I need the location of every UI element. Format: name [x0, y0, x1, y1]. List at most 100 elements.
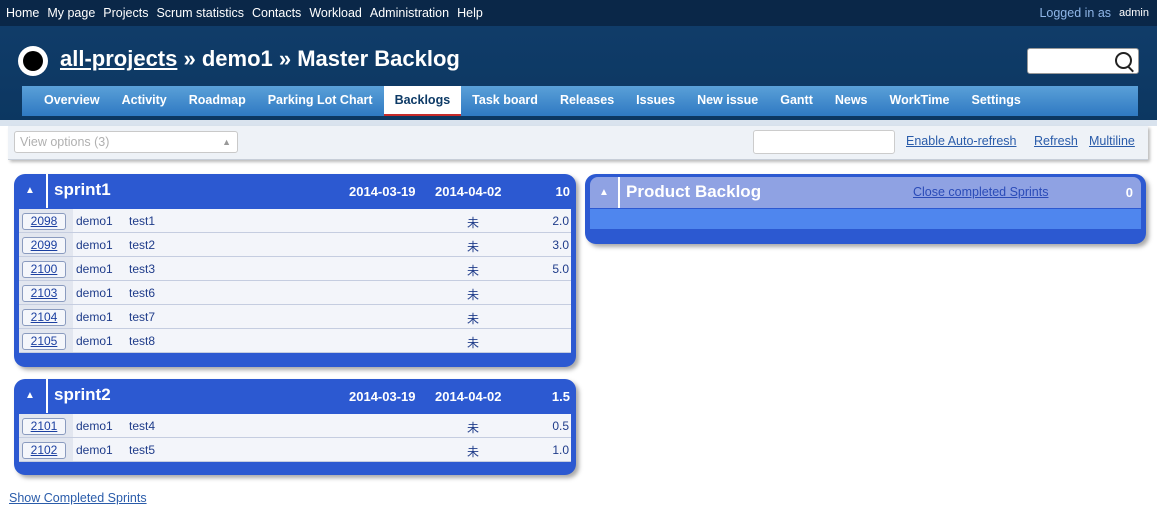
- story-list: 2101 demo1 test4 未 0.5 2102 demo1 test5 …: [19, 414, 571, 462]
- story-points[interactable]: 3.0: [552, 238, 569, 252]
- story-row[interactable]: 2101 demo1 test4 未 0.5: [19, 414, 571, 438]
- top-menu-home[interactable]: Home: [6, 6, 39, 20]
- story-id-link[interactable]: 2105: [22, 333, 66, 350]
- story-subject[interactable]: test7: [129, 310, 155, 324]
- story-row[interactable]: 2099 demo1 test2 未 3.0: [19, 233, 571, 257]
- tab-roadmap[interactable]: Roadmap: [178, 86, 257, 116]
- story-id-link[interactable]: 2104: [22, 309, 66, 326]
- multiline-link[interactable]: Multiline: [1089, 134, 1135, 148]
- story-id-cell: 2104: [19, 305, 73, 328]
- product-backlog-list[interactable]: [590, 209, 1141, 229]
- sprint-end-date[interactable]: 2014-04-02: [435, 184, 502, 199]
- story-subject[interactable]: test3: [129, 262, 155, 276]
- tab-backlogs[interactable]: Backlogs: [383, 86, 462, 116]
- chevron-up-icon: ▲: [222, 137, 231, 147]
- sprint-header: ▲ sprint2 2014-03-19 2014-04-02 1.5: [14, 379, 576, 413]
- logged-in-user[interactable]: admin: [1119, 7, 1149, 19]
- sprint-name[interactable]: sprint1: [54, 180, 111, 200]
- tab-task-board[interactable]: Task board: [461, 86, 549, 116]
- collapse-toggle-icon[interactable]: ▲: [590, 177, 620, 208]
- sprint-panel: ▲ sprint2 2014-03-19 2014-04-02 1.5 2101…: [14, 379, 576, 475]
- tab-issues[interactable]: Issues: [625, 86, 686, 116]
- tab-worktime[interactable]: WorkTime: [879, 86, 961, 116]
- refresh-link[interactable]: Refresh: [1034, 134, 1078, 148]
- top-menu-projects[interactable]: Projects: [103, 6, 148, 20]
- story-subject[interactable]: test8: [129, 334, 155, 348]
- story-row[interactable]: 2103 demo1 test6 未: [19, 281, 571, 305]
- story-id-link[interactable]: 2101: [22, 418, 66, 435]
- tab-overview[interactable]: Overview: [22, 86, 111, 116]
- story-status[interactable]: 未: [467, 310, 479, 327]
- story-points[interactable]: 0.5: [552, 419, 569, 433]
- story-id-link[interactable]: 2102: [22, 442, 66, 459]
- backlog-toolbar: View options (3) ▲ Enable Auto-refresh R…: [8, 126, 1148, 160]
- story-row[interactable]: 2105 demo1 test8 未: [19, 329, 571, 353]
- sprint-name[interactable]: sprint2: [54, 385, 111, 405]
- story-status[interactable]: 未: [467, 443, 479, 460]
- story-project: demo1: [76, 214, 113, 228]
- story-id-cell: 2098: [19, 209, 73, 232]
- story-row[interactable]: 2102 demo1 test5 未 1.0: [19, 438, 571, 462]
- story-points[interactable]: 5.0: [552, 262, 569, 276]
- sprint-panel: ▲ sprint1 2014-03-19 2014-04-02 10 2098 …: [14, 174, 576, 367]
- search-input[interactable]: [1027, 48, 1139, 74]
- view-options-select[interactable]: View options (3) ▲: [14, 131, 238, 153]
- top-menu-administration[interactable]: Administration: [370, 6, 449, 20]
- tab-news[interactable]: News: [824, 86, 879, 116]
- story-status[interactable]: 未: [467, 334, 479, 351]
- story-project: demo1: [76, 262, 113, 276]
- tab-parking-lot-chart[interactable]: Parking Lot Chart: [257, 86, 384, 116]
- story-subject[interactable]: test5: [129, 443, 155, 457]
- story-subject[interactable]: test6: [129, 286, 155, 300]
- sprint-start-date[interactable]: 2014-03-19: [349, 184, 416, 199]
- story-id-cell: 2101: [19, 414, 73, 437]
- tab-new-issue[interactable]: New issue: [686, 86, 769, 116]
- story-row[interactable]: 2100 demo1 test3 未 5.0: [19, 257, 571, 281]
- story-points[interactable]: 1.0: [552, 443, 569, 457]
- search-icon[interactable]: [1115, 52, 1132, 69]
- story-row[interactable]: 2104 demo1 test7 未: [19, 305, 571, 329]
- story-status[interactable]: 未: [467, 262, 479, 279]
- tab-gantt[interactable]: Gantt: [769, 86, 824, 116]
- project-logo-icon: [18, 46, 48, 76]
- story-points[interactable]: 2.0: [552, 214, 569, 228]
- story-subject[interactable]: test1: [129, 214, 155, 228]
- top-menu-items: Home My page Projects Scrum statistics C…: [6, 0, 491, 26]
- story-status[interactable]: 未: [467, 238, 479, 255]
- tab-settings[interactable]: Settings: [961, 86, 1032, 116]
- close-completed-sprints-link[interactable]: Close completed Sprints: [913, 185, 1048, 199]
- tab-releases[interactable]: Releases: [549, 86, 625, 116]
- story-id-cell: 2099: [19, 233, 73, 256]
- logged-in-label: Logged in as: [1039, 6, 1112, 20]
- top-menu-contacts[interactable]: Contacts: [252, 6, 301, 20]
- story-subject[interactable]: test2: [129, 238, 155, 252]
- story-id-cell: 2105: [19, 329, 73, 352]
- story-project: demo1: [76, 238, 113, 252]
- story-status[interactable]: 未: [467, 286, 479, 303]
- story-id-link[interactable]: 2103: [22, 285, 66, 302]
- story-status[interactable]: 未: [467, 419, 479, 436]
- toolbar-text-input[interactable]: [753, 130, 895, 154]
- show-completed-sprints-link[interactable]: Show Completed Sprints: [9, 491, 147, 505]
- top-menu-help[interactable]: Help: [457, 6, 483, 20]
- header: all-projects » demo1 » Master Backlog Ov…: [0, 26, 1157, 120]
- story-id-link[interactable]: 2099: [22, 237, 66, 254]
- top-menu-workload[interactable]: Workload: [309, 6, 362, 20]
- collapse-toggle-icon[interactable]: ▲: [14, 174, 48, 208]
- sprint-end-date[interactable]: 2014-04-02: [435, 389, 502, 404]
- collapse-toggle-icon[interactable]: ▲: [14, 379, 48, 413]
- top-menu-scrum-statistics[interactable]: Scrum statistics: [156, 6, 244, 20]
- breadcrumb-all-projects[interactable]: all-projects: [60, 46, 177, 71]
- top-menu-my-page[interactable]: My page: [47, 6, 95, 20]
- story-subject[interactable]: test4: [129, 419, 155, 433]
- story-id-link[interactable]: 2098: [22, 213, 66, 230]
- story-project: demo1: [76, 443, 113, 457]
- story-id-link[interactable]: 2100: [22, 261, 66, 278]
- enable-auto-refresh-link[interactable]: Enable Auto-refresh: [906, 134, 1017, 148]
- logged-in: Logged in as admin: [1039, 0, 1149, 26]
- story-row[interactable]: 2098 demo1 test1 未 2.0: [19, 209, 571, 233]
- story-status[interactable]: 未: [467, 214, 479, 231]
- product-backlog-header: ▲ Product Backlog Close completed Sprint…: [590, 177, 1141, 208]
- tab-activity[interactable]: Activity: [111, 86, 178, 116]
- sprint-start-date[interactable]: 2014-03-19: [349, 389, 416, 404]
